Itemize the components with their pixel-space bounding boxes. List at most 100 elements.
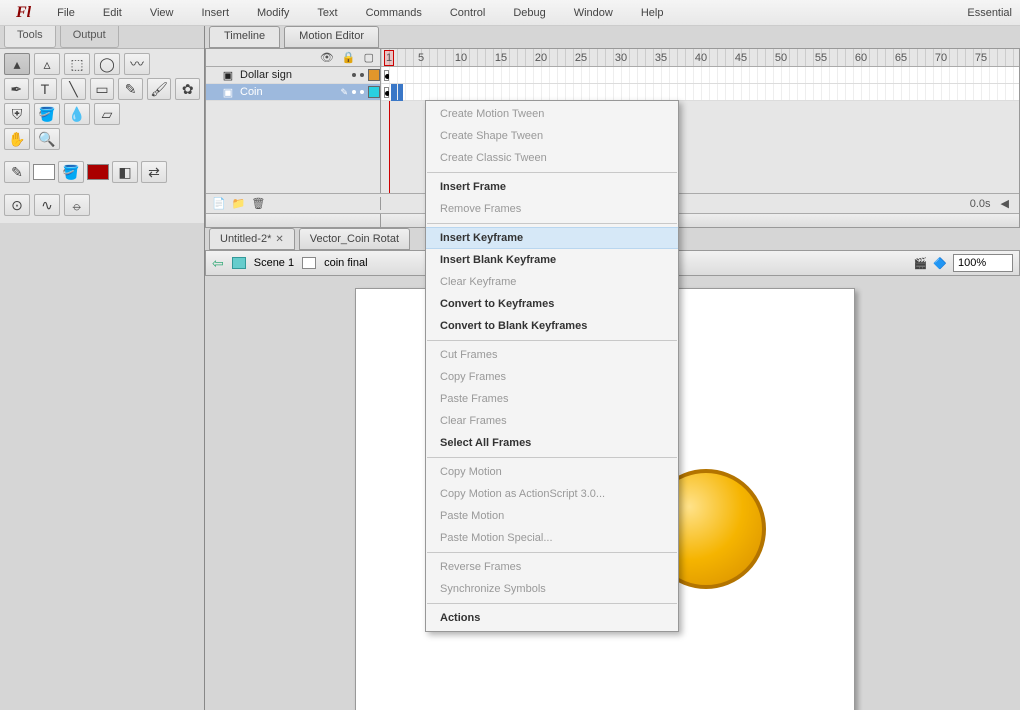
ctx-copy-motion[interactable]: Copy Motion — [426, 461, 678, 483]
stroke-color-tool-icon[interactable]: ✎ — [4, 161, 30, 183]
black-white-icon[interactable]: ◧ — [112, 161, 138, 183]
ctx-insert-blank-keyframe[interactable]: Insert Blank Keyframe — [426, 249, 678, 271]
eye-dot-icon[interactable] — [352, 73, 356, 77]
zoom-tool-icon[interactable]: 🔍 — [34, 128, 60, 150]
menu-modify[interactable]: Modify — [243, 3, 303, 23]
lock-icon[interactable]: 🔒 — [342, 51, 356, 64]
pencil-tool-icon[interactable]: ✎ — [118, 78, 143, 100]
ctx-clear-keyframe[interactable]: Clear Keyframe — [426, 271, 678, 293]
eye-dot-icon[interactable] — [352, 90, 356, 94]
eyedropper-tool-icon[interactable]: 💧 — [64, 103, 90, 125]
menu-text[interactable]: Text — [303, 3, 351, 23]
outline-swatch[interactable] — [368, 86, 380, 98]
symbol-icon — [302, 257, 316, 269]
menu-debug[interactable]: Debug — [499, 3, 559, 23]
snap-tool-icon[interactable]: ⊙ — [4, 194, 30, 216]
menu-control[interactable]: Control — [436, 3, 499, 23]
new-layer-icon[interactable]: 📄 — [212, 197, 226, 210]
outline-swatch[interactable] — [368, 69, 380, 81]
keyframe-icon[interactable] — [384, 87, 389, 98]
ctx-convert-to-blank-keyframes[interactable]: Convert to Blank Keyframes — [426, 315, 678, 337]
bone-tool-icon[interactable]: ⛨ — [4, 103, 30, 125]
menu-window[interactable]: Window — [560, 3, 627, 23]
smooth-tool-icon[interactable]: ∿ — [34, 194, 60, 216]
ctx-paste-frames[interactable]: Paste Frames — [426, 388, 678, 410]
rectangle-tool-icon[interactable]: ▭ — [90, 78, 115, 100]
lasso-tool-icon[interactable]: 〰 — [124, 53, 150, 75]
doc-tab[interactable]: Vector_Coin Rotat — [299, 228, 410, 250]
layer-name: Dollar sign — [240, 69, 292, 81]
frame-track[interactable] — [381, 84, 1019, 101]
text-tool-icon[interactable]: T — [33, 78, 58, 100]
menu-help[interactable]: Help — [627, 3, 678, 23]
selection-tool-icon[interactable]: ▴ — [4, 53, 30, 75]
symbol-name[interactable]: coin final — [324, 257, 367, 269]
fill-color-swatch[interactable] — [87, 164, 109, 180]
menu-edit[interactable]: Edit — [89, 3, 136, 23]
menu-file[interactable]: File — [43, 3, 89, 23]
ctx-copy-motion-as[interactable]: Copy Motion as ActionScript 3.0... — [426, 483, 678, 505]
3d-rotation-tool-icon[interactable]: ◯ — [94, 53, 120, 75]
keyframe-icon[interactable] — [384, 70, 389, 81]
lock-dot-icon[interactable] — [360, 73, 364, 77]
ctx-reverse-frames[interactable]: Reverse Frames — [426, 556, 678, 578]
tab-motion-editor[interactable]: Motion Editor — [284, 26, 379, 48]
ctx-paste-motion[interactable]: Paste Motion — [426, 505, 678, 527]
lock-dot-icon[interactable] — [360, 90, 364, 94]
ctx-synchronize-symbols[interactable]: Synchronize Symbols — [426, 578, 678, 600]
eraser-tool-icon[interactable]: ▱ — [94, 103, 120, 125]
layer-row[interactable]: ▣ Dollar sign — [206, 67, 380, 84]
close-icon[interactable]: ✕ — [275, 234, 283, 245]
doc-tab[interactable]: Untitled-2*✕ — [209, 228, 295, 250]
layer-row[interactable]: ▣ Coin ✎ — [206, 84, 380, 101]
delete-layer-icon[interactable]: 🗑 — [251, 197, 265, 210]
ctx-actions[interactable]: Actions — [426, 607, 678, 629]
menu-commands[interactable]: Commands — [352, 3, 436, 23]
ctx-select-all-frames[interactable]: Select All Frames — [426, 432, 678, 454]
zoom-field[interactable]: 100% — [953, 254, 1013, 272]
frame-track[interactable] — [381, 67, 1019, 84]
ctx-copy-frames[interactable]: Copy Frames — [426, 366, 678, 388]
hand-tool-icon[interactable]: ✋ — [4, 128, 30, 150]
paint-bucket-tool-icon[interactable]: 🪣 — [34, 103, 60, 125]
edit-scene-icon[interactable]: 🎬 — [914, 257, 928, 270]
ctx-create-motion-tween[interactable]: Create Motion Tween — [426, 103, 678, 125]
scene-name[interactable]: Scene 1 — [254, 257, 294, 269]
layers-column: 👁 🔒 ▢ ▣ Dollar sign ▣ Coin — [206, 49, 381, 193]
layer-icon: ▣ — [220, 68, 236, 82]
tab-output[interactable]: Output — [60, 26, 119, 48]
eye-icon[interactable]: 👁 — [320, 51, 334, 64]
stroke-color-swatch[interactable] — [33, 164, 55, 180]
ctx-paste-motion-special[interactable]: Paste Motion Special... — [426, 527, 678, 549]
tab-tools[interactable]: Tools — [4, 26, 56, 48]
ctx-create-classic-tween[interactable]: Create Classic Tween — [426, 147, 678, 169]
menu-view[interactable]: View — [136, 3, 188, 23]
tab-timeline[interactable]: Timeline — [209, 26, 280, 48]
deco-tool-icon[interactable]: ✿ — [175, 78, 200, 100]
free-transform-tool-icon[interactable]: ⬚ — [64, 53, 90, 75]
brush-tool-icon[interactable]: 🖌 — [147, 78, 172, 100]
ctx-clear-frames[interactable]: Clear Frames — [426, 410, 678, 432]
frame-ruler[interactable]: 1 5 10 15 20 25 30 35 40 45 50 55 60 65 — [381, 49, 1019, 67]
edit-symbol-icon[interactable]: 🔷 — [933, 257, 947, 270]
subselection-tool-icon[interactable]: ▵ — [34, 53, 60, 75]
timeline-time: 0.0s — [970, 198, 991, 210]
new-folder-icon[interactable]: 📁 — [232, 197, 246, 210]
outline-icon[interactable]: ▢ — [364, 51, 374, 64]
ctx-create-shape-tween[interactable]: Create Shape Tween — [426, 125, 678, 147]
ctx-remove-frames[interactable]: Remove Frames — [426, 198, 678, 220]
back-arrow-icon[interactable]: ⇦ — [212, 255, 224, 272]
selected-frame[interactable] — [391, 84, 403, 101]
line-tool-icon[interactable]: ╲ — [61, 78, 86, 100]
straighten-tool-icon[interactable]: ⦵ — [64, 194, 90, 216]
ctx-insert-keyframe[interactable]: Insert Keyframe — [426, 227, 678, 249]
swap-colors-icon[interactable]: ⇄ — [141, 161, 167, 183]
ctx-convert-to-keyframes[interactable]: Convert to Keyframes — [426, 293, 678, 315]
ctx-insert-frame[interactable]: Insert Frame — [426, 176, 678, 198]
menu-insert[interactable]: Insert — [187, 3, 243, 23]
timeline-scroll-left-icon[interactable]: ◀ — [1001, 197, 1009, 210]
workspace-switcher[interactable]: Essential — [967, 7, 1020, 19]
fill-color-tool-icon[interactable]: 🪣 — [58, 161, 84, 183]
ctx-cut-frames[interactable]: Cut Frames — [426, 344, 678, 366]
pen-tool-icon[interactable]: ✒ — [4, 78, 29, 100]
